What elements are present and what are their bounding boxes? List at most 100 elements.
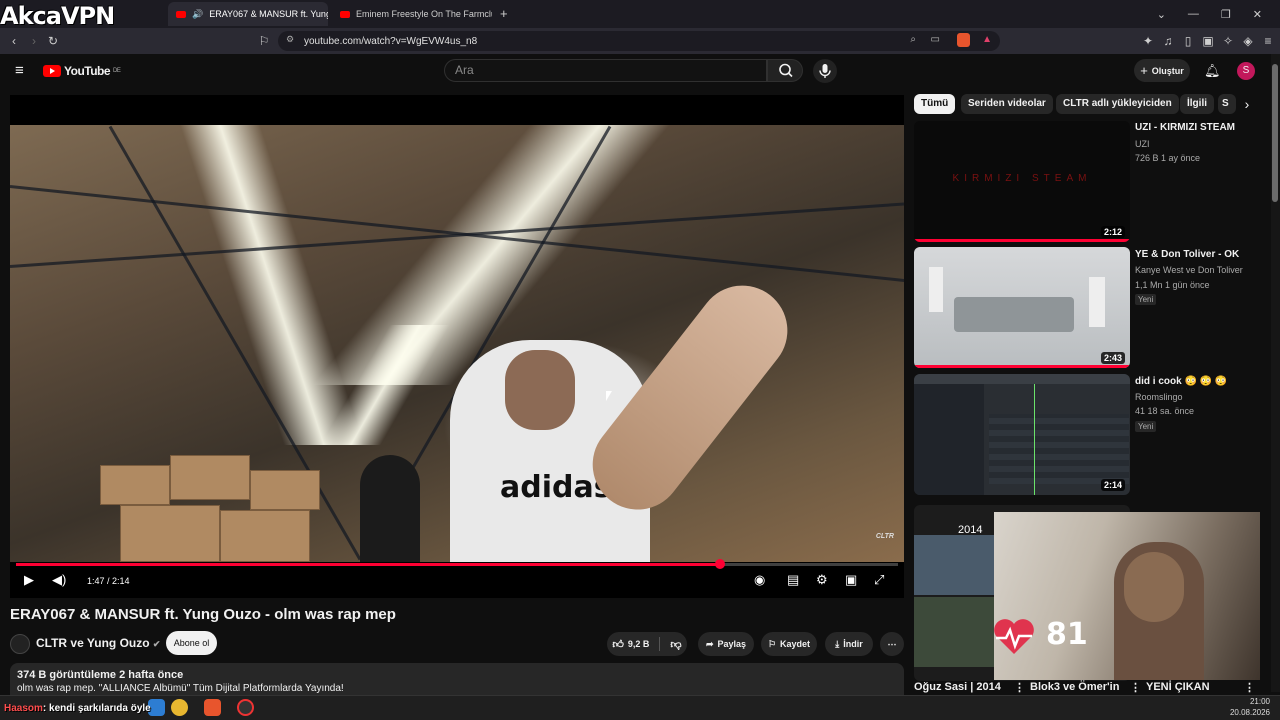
heart-rate-icon [994, 619, 1034, 654]
recommendation-titles-row: Oğuz Sasi | 2014 ⋮ Blok3 ve Ömer'in ⋮ YE… [914, 681, 1270, 695]
speaker-icon[interactable]: 🔊 [192, 9, 203, 20]
new-badge: Yeni [1135, 421, 1157, 432]
recommendation-channel[interactable]: Kanye West ve Don Toliver [1135, 265, 1243, 275]
fullscreen-icon[interactable]: ⤢ [874, 572, 884, 588]
progress-bar[interactable] [16, 559, 898, 569]
dislike-button[interactable]: 👎︎ [670, 638, 681, 651]
channel-avatar[interactable] [10, 634, 30, 654]
recommendation-title[interactable]: YE & Don Toliver - OK [1135, 249, 1239, 260]
bookmark-icon[interactable]: ⚐ [256, 33, 272, 49]
vpn-icon[interactable]: ◈ [1240, 33, 1256, 49]
tab-list-icon[interactable]: ⌄ [1157, 8, 1166, 21]
back-icon[interactable]: ‹ [6, 33, 22, 49]
media-icon[interactable]: ♫ [1160, 33, 1176, 49]
zoom-icon[interactable]: ⌕ [910, 34, 916, 45]
create-button[interactable]: + Oluştur [1134, 59, 1190, 82]
new-tab-icon[interactable]: + [500, 6, 508, 21]
performer-head [505, 350, 575, 430]
chip-truncated[interactable]: S [1218, 94, 1236, 114]
tab-label: Eminem Freestyle On The Farmclub ( [356, 9, 492, 19]
chrome-app-icon[interactable] [171, 699, 188, 716]
search-button[interactable] [767, 59, 803, 82]
recommendation-thumbnail[interactable]: 2:43 [914, 247, 1130, 368]
heart-rate-value: 81 [1046, 617, 1088, 652]
channel-name[interactable]: CLTR ve Yung Ouzo ✔ [36, 636, 160, 650]
recommendation-title[interactable]: UZI - KIRMIZI STEAM [1135, 122, 1235, 133]
recommendation-title[interactable]: Oğuz Sasi | 2014 [914, 681, 1001, 693]
recommendation-title[interactable]: did i cook 😳 😳 😳 [1135, 376, 1227, 387]
progress-scrubber[interactable] [714, 559, 725, 569]
obs-app-icon[interactable] [237, 699, 254, 716]
recommendation-meta: 1,1 Mn 1 gün önce [1135, 280, 1210, 290]
sidebar-icon[interactable]: ▯ [1180, 33, 1196, 49]
wallet-icon[interactable]: ▣ [1200, 33, 1216, 49]
voice-search-button[interactable] [813, 59, 837, 83]
leo-icon[interactable]: ✧ [1220, 33, 1236, 49]
brave-shield-icon[interactable] [957, 33, 970, 47]
recommendation-channel[interactable]: Roomslingo [1135, 392, 1183, 402]
duration-badge: 2:14 [1100, 479, 1125, 491]
youtube-play-logo-icon [43, 65, 61, 77]
address-bar[interactable]: ⚙ youtube.com/watch?v=WgEVW4us_n8 ⌕ ▭ ▲ [278, 31, 1000, 51]
reload-icon[interactable]: ↻ [45, 33, 61, 49]
minimize-icon[interactable]: — [1188, 8, 1199, 20]
chip-all[interactable]: Tümü [914, 94, 956, 114]
chip-related[interactable]: İlgili [1180, 94, 1214, 114]
miniplayer-icon[interactable]: ▣ [845, 572, 857, 588]
search-input[interactable]: Ara [444, 59, 767, 82]
recommendation-title[interactable]: YENİ ÇIKAN [1146, 681, 1210, 693]
scrollbar-thumb[interactable] [1272, 64, 1278, 202]
settings-gear-icon[interactable]: ⚙ [816, 572, 828, 588]
chips-next-icon[interactable]: › [1236, 94, 1258, 114]
close-window-icon[interactable]: ✕ [1253, 8, 1262, 21]
youtube-logo[interactable]: YouTube DE [43, 64, 121, 78]
site-info-icon[interactable]: ⚙ [286, 34, 294, 45]
cast-icon[interactable]: ▭ [931, 34, 940, 45]
youtube-header: ≡ YouTube DE Ara + Oluştur 🔔︎ S [0, 54, 1270, 88]
forward-icon[interactable]: › [26, 33, 42, 49]
brave-app-icon[interactable] [204, 699, 221, 716]
restore-icon[interactable]: ❐ [1221, 8, 1231, 21]
subtitles-icon[interactable]: ▤ [787, 572, 799, 588]
guide-menu-icon[interactable]: ≡ [15, 62, 24, 79]
ceiling-light [180, 125, 364, 445]
more-dots-icon[interactable]: ⋮ [1244, 681, 1255, 694]
like-button[interactable]: 👍︎ 9,2 B [612, 638, 649, 651]
url-text: youtube.com/watch?v=WgEVW4us_n8 [304, 35, 478, 47]
chip-uploader[interactable]: CLTR adlı yükleyiciden [1056, 94, 1179, 114]
view-count-meta: 374 B görüntüleme 2 hafta önce [17, 669, 184, 681]
microphone-icon [819, 64, 831, 78]
download-button[interactable]: ⤓ İndir [825, 632, 873, 656]
video-player[interactable]: adidas CLTR ▶ ◀) 1:47 / 2:14 ◉ ▤ ⚙ ▣ ⤢ [10, 95, 904, 598]
more-dots-icon[interactable]: ⋮ [1130, 681, 1141, 694]
recommendation-channel[interactable]: UZI [1135, 139, 1150, 149]
logo-text: YouTube [64, 64, 111, 78]
cardboard-box [170, 455, 250, 500]
thumbnail-figure [1089, 277, 1105, 327]
notifications-bell-icon[interactable]: 🔔︎ [1204, 63, 1221, 79]
avatar[interactable]: S [1237, 62, 1255, 80]
share-button[interactable]: ➦ Paylaş [698, 632, 754, 656]
autoplay-toggle-icon[interactable]: ◉ [754, 572, 765, 588]
chip-series[interactable]: Seriden videolar [961, 94, 1053, 114]
more-actions-button[interactable]: ⋯ [880, 632, 904, 656]
volume-icon[interactable]: ◀) [52, 572, 66, 588]
video-frame[interactable]: adidas [10, 125, 904, 562]
tab-label: ERAY067 & MANSUR ft. Yung [209, 9, 328, 19]
menu-icon[interactable]: ≡ [1260, 33, 1276, 49]
tab-inactive[interactable]: Eminem Freestyle On The Farmclub ( [332, 2, 492, 26]
save-button[interactable]: ⚐ Kaydet [761, 632, 817, 656]
divider [659, 637, 661, 651]
extensions-icon[interactable]: ✦ [1140, 33, 1156, 49]
recommendation-thumbnail[interactable]: KIRMIZI STEAM 2:12 [914, 121, 1130, 242]
play-icon[interactable]: ▶ [24, 572, 34, 588]
more-dots-icon[interactable]: ⋮ [1014, 681, 1025, 694]
recommendation-title[interactable]: Blok3 ve Ömer'in [1030, 681, 1119, 693]
daw-browser-panel [914, 384, 984, 495]
system-clock[interactable]: 21:00 20.08.2026 [1230, 696, 1270, 718]
brave-rewards-icon[interactable]: ▲ [982, 34, 992, 45]
background-person [360, 455, 420, 562]
recommendation-thumbnail[interactable]: 2:14 [914, 374, 1130, 495]
tab-active[interactable]: 🔊 ERAY067 & MANSUR ft. Yung ✕ [168, 2, 328, 26]
subscribe-button[interactable]: Abone ol [166, 631, 217, 655]
